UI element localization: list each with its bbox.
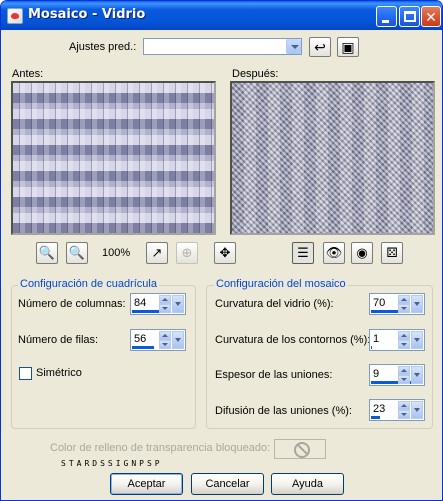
grout-diffuse-value: 23 [373, 403, 386, 415]
help-button[interactable]: Ayuda [271, 473, 344, 495]
zoom-out-icon: 🔍 [38, 245, 56, 260]
edge-curvature-label: Curvatura de los contornos (%): [215, 334, 371, 346]
columns-spinner[interactable]: 84 [130, 293, 186, 315]
up-arrow-icon[interactable] [398, 331, 410, 340]
symmetric-label: Simétrico [36, 367, 82, 379]
zoom-in-button[interactable]: 🔍 [66, 242, 88, 264]
down-arrow-icon[interactable] [159, 304, 171, 313]
grout-diffuse-spinner[interactable]: 23 [369, 399, 425, 421]
mosaic-settings-title: Configuración del mosaico [214, 278, 348, 290]
chevron-down-icon[interactable] [172, 295, 184, 313]
up-arrow-icon[interactable] [159, 331, 171, 340]
down-arrow-icon[interactable] [398, 304, 410, 313]
transparency-label: Color de relleno de transparencia bloque… [50, 442, 271, 454]
zoom-icon: ⊕ [181, 245, 193, 260]
columns-value: 84 [134, 297, 147, 309]
chevron-down-icon[interactable] [411, 331, 423, 349]
edge-curvature-slider[interactable] [371, 346, 372, 349]
chevron-down-icon[interactable] [411, 366, 423, 384]
up-arrow-icon[interactable] [398, 295, 410, 304]
glass-curvature-spinner[interactable]: 70 [369, 293, 425, 315]
rows-slider[interactable] [132, 346, 154, 349]
randomize-button[interactable]: ⚄ [381, 242, 403, 264]
up-arrow-icon[interactable] [398, 401, 410, 410]
eye-icon: ◉ [356, 245, 368, 260]
glass-curvature-slider[interactable] [371, 310, 399, 313]
window-title: Mosaico - Vidrio [28, 7, 146, 22]
grid-settings-title: Configuración de cuadrícula [18, 278, 159, 290]
glass-curvature-value: 70 [373, 297, 386, 309]
grout-width-value: 9 [373, 368, 380, 380]
grout-diffuse-updown[interactable] [398, 401, 410, 419]
minimize-icon [382, 20, 389, 23]
columns-label: Número de columnas: [18, 298, 126, 310]
rows-value: 56 [134, 333, 147, 345]
chevron-down-icon[interactable] [286, 39, 301, 54]
title-bar[interactable]: Mosaico - Vidrio ✕ [1, 1, 442, 30]
zoom-out-button[interactable]: 🔍 [36, 242, 58, 264]
minimize-button[interactable] [376, 6, 397, 27]
expand-icon: ↗ [151, 245, 163, 260]
before-label: Antes: [12, 68, 44, 80]
proof-button[interactable]: ☰ [292, 242, 314, 264]
maximize-icon [404, 11, 416, 22]
close-icon: ✕ [425, 9, 437, 25]
edge-curvature-value: 1 [373, 333, 380, 345]
chevron-down-icon[interactable] [411, 295, 423, 313]
grout-width-updown[interactable] [398, 366, 410, 384]
edge-curvature-updown[interactable] [398, 331, 410, 349]
chevron-down-icon[interactable] [411, 401, 423, 419]
fit-button[interactable]: ↗ [146, 242, 168, 264]
down-arrow-icon[interactable] [398, 375, 410, 384]
glass-curvature-updown[interactable] [398, 295, 410, 313]
save-preset-button[interactable]: ▣ [337, 37, 359, 57]
down-arrow-icon[interactable] [159, 340, 171, 349]
app-icon [7, 8, 23, 24]
rows-updown[interactable] [159, 331, 171, 349]
symmetric-checkbox[interactable] [19, 367, 32, 380]
pan-button[interactable]: ✥ [214, 242, 236, 264]
down-arrow-icon[interactable] [398, 410, 410, 419]
show-preview-button[interactable]: ◉ [351, 242, 373, 264]
preview-on-image-button[interactable]: 👁 [323, 242, 345, 264]
zoom-level: 100% [102, 247, 131, 259]
transparency-color-swatch[interactable] [274, 439, 326, 459]
before-preview[interactable] [11, 81, 216, 235]
chevron-down-icon[interactable] [172, 331, 184, 349]
dice-icon: ⚄ [386, 245, 398, 260]
presets-dropdown[interactable] [143, 38, 302, 55]
ok-button[interactable]: Aceptar [110, 473, 183, 495]
edge-curvature-spinner[interactable]: 1 [369, 329, 425, 351]
up-arrow-icon[interactable] [159, 295, 171, 304]
checklist-icon: ☰ [297, 245, 309, 260]
dialog-window: Mosaico - Vidrio ✕ Ajustes pred.: ↩ ▣ An… [0, 0, 443, 501]
grout-diffuse-label: Difusión de las uniones (%): [215, 405, 352, 417]
up-arrow-icon[interactable] [398, 366, 410, 375]
zoom-100-button[interactable]: ⊕ [176, 242, 198, 264]
move-icon: ✥ [219, 245, 231, 260]
glass-curvature-label: Curvatura del vidrio (%): [215, 298, 334, 310]
rows-spinner[interactable]: 56 [130, 329, 186, 351]
grout-width-spinner[interactable]: 9 [369, 364, 425, 386]
cancel-button[interactable]: Cancelar [191, 473, 264, 495]
presets-label: Ajustes pred.: [69, 41, 137, 53]
zoom-in-icon: 🔍 [68, 245, 86, 260]
plugin-signature-text: STARDSSIGNPSP [61, 459, 163, 468]
floppy-disk-icon: ▣ [341, 39, 355, 55]
rows-label: Número de filas: [18, 334, 99, 346]
down-arrow-icon[interactable] [398, 340, 410, 349]
reset-arrow-icon: ↩ [314, 39, 326, 55]
eye-hand-icon: 👁 [325, 245, 343, 260]
after-label: Después: [232, 68, 279, 80]
close-button[interactable]: ✕ [421, 6, 441, 27]
columns-updown[interactable] [159, 295, 171, 313]
grout-diffuse-slider[interactable] [371, 416, 380, 419]
grout-width-label: Espesor de las uniones: [215, 369, 333, 381]
reset-button[interactable]: ↩ [309, 37, 331, 57]
after-preview[interactable] [230, 81, 435, 235]
maximize-button[interactable] [399, 6, 420, 27]
